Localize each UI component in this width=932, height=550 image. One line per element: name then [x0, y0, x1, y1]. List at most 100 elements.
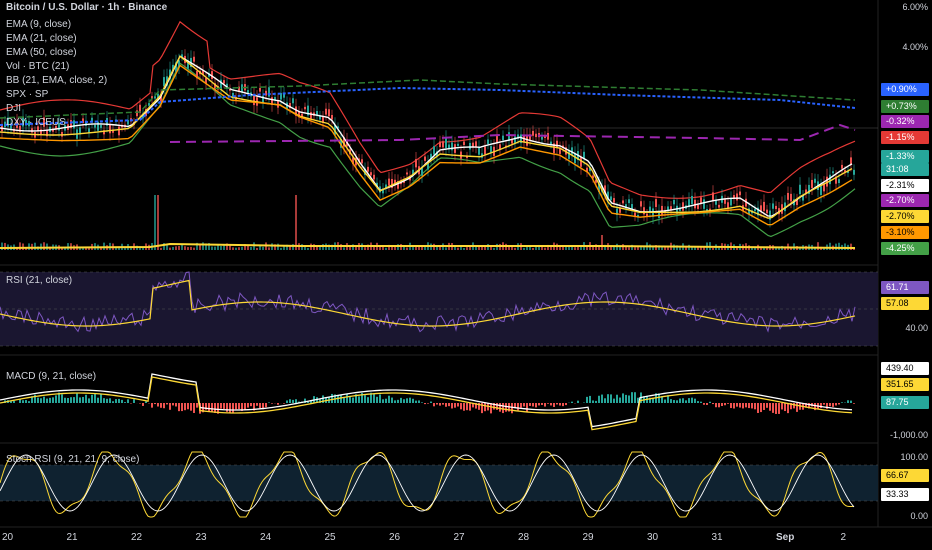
macd-histogram-bar	[13, 400, 15, 403]
macd-title[interactable]: MACD (9, 21, close)	[6, 371, 96, 382]
macd-histogram-bar	[376, 396, 378, 403]
stoch-scale-100: 100.00	[900, 452, 928, 462]
legend-ema50[interactable]: EMA (50, close)	[6, 46, 107, 60]
candle-body	[388, 178, 390, 186]
macd-histogram-bar	[589, 395, 591, 403]
candle-body	[682, 202, 684, 211]
rsi-pane[interactable]	[0, 271, 878, 347]
candle-body	[367, 166, 369, 172]
macd-histogram-bar	[502, 403, 504, 414]
macd-histogram-bar	[457, 403, 459, 407]
macd-histogram-bar	[97, 397, 99, 403]
volume-bar	[532, 247, 534, 250]
macd-histogram-bar	[160, 403, 162, 408]
candle-body	[574, 153, 576, 164]
candle-body	[715, 200, 717, 205]
candle-body	[532, 130, 534, 136]
tag-dxy: -0.32%	[881, 115, 929, 128]
macd-histogram-bar	[121, 399, 123, 403]
macd-histogram-bar	[592, 400, 594, 403]
volume-bar	[235, 247, 237, 250]
macd-histogram-bar	[775, 403, 777, 414]
candle-body	[439, 141, 441, 148]
legend-ema21[interactable]: EMA (21, close)	[6, 32, 107, 46]
macd-histogram-bar	[820, 403, 822, 409]
candle-body	[787, 192, 789, 200]
volume-bar	[634, 247, 636, 250]
candle-body	[766, 209, 768, 214]
macd-histogram-bar	[379, 394, 381, 403]
candle-body	[610, 196, 612, 201]
macd-histogram-bar	[709, 401, 711, 403]
macd-histogram-bar	[853, 403, 855, 404]
candle-body	[775, 205, 777, 210]
candle-body	[799, 184, 801, 195]
stoch-title[interactable]: Stoch RSI (9, 21, 21, 9, close)	[6, 454, 139, 465]
macd-histogram-bar	[838, 403, 840, 405]
volume-bar	[559, 246, 561, 250]
macd-histogram-bar	[340, 395, 342, 403]
candle-body	[724, 199, 726, 204]
macd-histogram-bar	[64, 397, 66, 403]
candle-body	[253, 95, 255, 106]
volume-bar	[751, 247, 753, 250]
candle-body	[424, 156, 426, 161]
candle-body	[331, 115, 333, 120]
macd-histogram-bar	[430, 401, 432, 403]
macd-histogram-bar	[835, 403, 837, 406]
volume-bar	[316, 246, 318, 250]
macd-histogram-bar	[211, 403, 213, 412]
legend-bb[interactable]: BB (21, EMA, close, 2)	[6, 74, 107, 88]
macd-histogram-bar	[112, 401, 114, 403]
macd-histogram-bar	[676, 400, 678, 403]
candle-body	[193, 56, 195, 62]
macd-histogram-bar	[520, 403, 522, 408]
tag-price: -1.33%	[881, 150, 929, 163]
legend-dji[interactable]: DJI	[6, 102, 107, 116]
candle-body	[829, 174, 831, 185]
candle-body	[655, 199, 657, 207]
macd-histogram-bar	[259, 403, 261, 409]
tag-ema9: -2.31%	[881, 179, 929, 192]
legend-ema9[interactable]: EMA (9, close)	[6, 18, 107, 32]
legend-dxy[interactable]: DXY · ICEUS	[6, 116, 107, 130]
candle-body	[643, 207, 645, 215]
candle-body	[772, 203, 774, 209]
macd-histogram-bar	[94, 393, 96, 403]
macd-histogram-bar	[628, 395, 630, 403]
tag-signal: 351.65	[881, 378, 929, 391]
tag-stoch-k: 66.67	[881, 469, 929, 482]
tag-rsi: 61.71	[881, 281, 929, 294]
time-axis-label: 24	[260, 532, 272, 543]
price-pane[interactable]	[0, 0, 932, 528]
macd-histogram-bar	[625, 394, 627, 403]
tag-dji: +0.73%	[881, 100, 929, 113]
time-axis-label: 28	[518, 532, 530, 543]
macd-histogram-bar	[751, 403, 753, 409]
volume-bar	[241, 246, 243, 250]
symbol-title[interactable]: Bitcoin / U.S. Dollar · 1h · Binance	[6, 2, 167, 13]
macd-histogram-bar	[394, 400, 396, 403]
macd-histogram-bar	[103, 398, 105, 403]
legend-spx[interactable]: SPX · SP	[6, 88, 107, 102]
rsi-title[interactable]: RSI (21, close)	[6, 275, 72, 286]
volume-bar	[364, 247, 366, 250]
candle-body	[268, 87, 270, 97]
macd-histogram-bar	[796, 403, 798, 412]
macd-histogram-bar	[445, 403, 447, 407]
macd-histogram-bar	[652, 398, 654, 403]
macd-histogram-bar	[373, 393, 375, 403]
macd-histogram-bar	[670, 399, 672, 403]
legend-volume[interactable]: Vol · BTC (21)	[6, 60, 107, 74]
macd-pane[interactable]	[0, 373, 855, 431]
volume-bar	[523, 247, 525, 250]
tag-macd: 439.40	[881, 362, 929, 375]
macd-histogram-bar	[208, 403, 210, 412]
chart-canvas[interactable]	[0, 0, 932, 550]
candle-body	[832, 171, 834, 174]
macd-histogram-bar	[706, 403, 708, 405]
candle-body	[727, 202, 729, 209]
volume-bar	[382, 246, 384, 250]
macd-histogram-bar	[781, 403, 783, 410]
tag-ema50: -3.10%	[881, 226, 929, 239]
